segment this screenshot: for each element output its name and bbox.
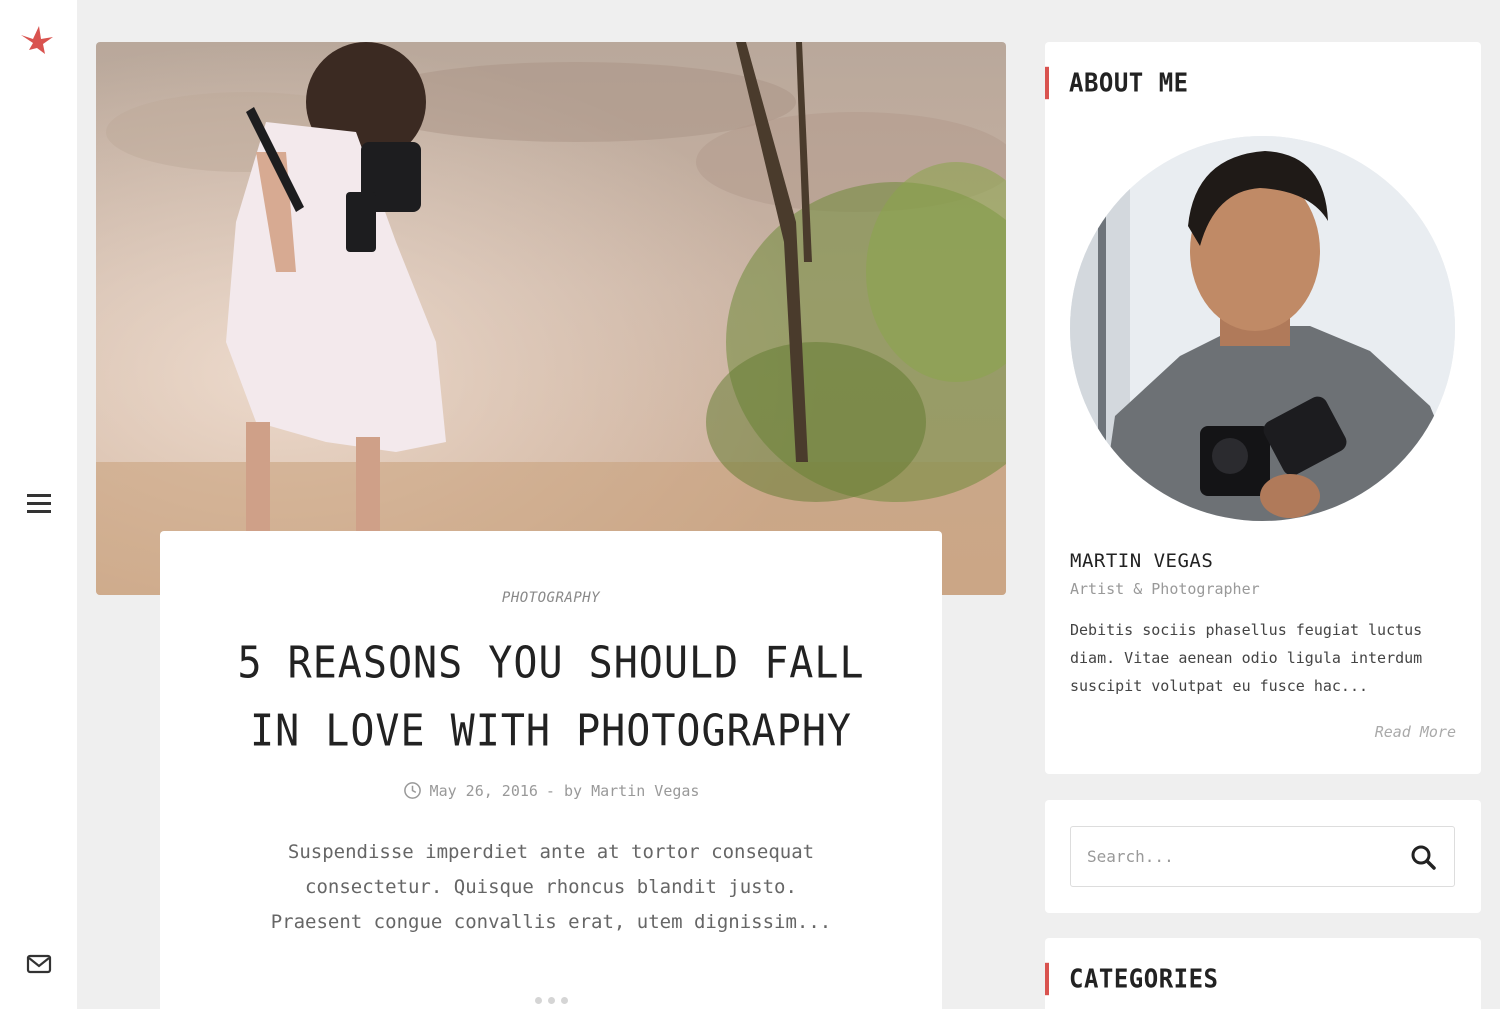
search-icon[interactable] bbox=[1410, 844, 1436, 870]
post-card: PHOTOGRAPHY 5 REASONS YOU SHOULD FALL IN… bbox=[160, 531, 942, 1009]
post-title-line-1: 5 REASONS YOU SHOULD FALL bbox=[237, 638, 865, 689]
left-rail bbox=[0, 0, 77, 1009]
clock-icon bbox=[403, 782, 421, 799]
post-category-link[interactable]: PHOTOGRAPHY bbox=[160, 590, 942, 606]
about-me-heading: ABOUT ME bbox=[1045, 66, 1189, 100]
author-role: Artist & Photographer bbox=[1070, 580, 1260, 598]
categories-heading: CATEGORIES bbox=[1045, 962, 1219, 996]
more-dots[interactable] bbox=[160, 997, 942, 1004]
author-name: MARTIN VEGAS bbox=[1070, 550, 1214, 572]
bird-logo-icon[interactable] bbox=[19, 22, 55, 56]
about-me-widget: ABOUT ME MARTIN VEGAS Artist & Photograp… bbox=[1045, 42, 1481, 774]
post-date: May 26, 2016 bbox=[429, 781, 538, 800]
search-box bbox=[1070, 826, 1455, 887]
post-byline[interactable]: - by Martin Vegas bbox=[546, 782, 700, 800]
hamburger-menu-icon[interactable] bbox=[25, 490, 53, 518]
author-avatar bbox=[1070, 136, 1455, 521]
categories-widget: CATEGORIES bbox=[1045, 938, 1481, 1009]
read-more-link[interactable]: Read More bbox=[1375, 723, 1456, 741]
post-meta: May 26, 2016 - by Martin Vegas bbox=[160, 781, 942, 800]
post-title-line-2: IN LOVE WITH PHOTOGRAPHY bbox=[250, 706, 852, 757]
post-title[interactable]: 5 REASONS YOU SHOULD FALL IN LOVE WITH P… bbox=[220, 630, 882, 766]
envelope-icon[interactable] bbox=[25, 952, 53, 976]
post-excerpt: Suspendisse imperdiet ante at tortor con… bbox=[270, 841, 832, 933]
post-featured-image[interactable] bbox=[96, 42, 1006, 595]
search-widget bbox=[1045, 800, 1481, 913]
author-bio: Debitis sociis phasellus feugiat luctus … bbox=[1070, 621, 1423, 695]
search-input[interactable] bbox=[1071, 827, 1391, 886]
